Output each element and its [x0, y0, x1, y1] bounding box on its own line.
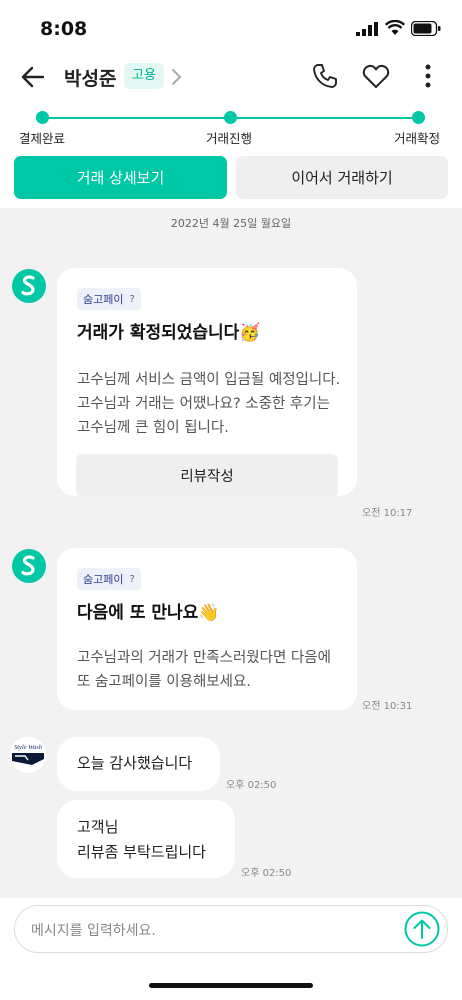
- input-placeholder: 메시지를 입력하세요.: [31, 923, 156, 939]
- hire-tag: 고용: [124, 63, 164, 89]
- progress-dot: [36, 111, 49, 124]
- step-label: 거래진행: [206, 131, 253, 146]
- help-icon[interactable]: ?: [129, 574, 134, 585]
- write-review-button[interactable]: 리뷰작성: [76, 454, 338, 497]
- soomgo-pay-badge[interactable]: 숨고페이 ?: [77, 288, 141, 310]
- chevron-right-icon[interactable]: [169, 68, 183, 86]
- badge-label: 숨고페이: [83, 293, 124, 306]
- style-wash-logo: Style Wash: [10, 737, 46, 773]
- heart-icon[interactable]: [362, 63, 390, 89]
- status-time: 8:08: [40, 18, 88, 40]
- message-time: 오후 02:50: [241, 868, 292, 879]
- message-time: 오후 02:50: [226, 780, 277, 791]
- soomgo-logo-icon: [21, 275, 35, 296]
- message-text: 오늘 감사했습니다: [77, 754, 193, 772]
- badge-label: 숨고페이: [83, 573, 124, 586]
- chat-bubble: 오늘 감사했습니다: [57, 737, 220, 791]
- status-bar: 8:08: [0, 0, 462, 56]
- chat-header: 박성준 고용: [0, 56, 462, 98]
- card-title: 다음에 또 만나요👋: [77, 603, 220, 623]
- avatar-logo-text: Style Wash: [14, 744, 42, 751]
- message-card: 숨고페이 ? 거래가 확정되었습니다🥳 고수님께 서비스 금액이 입금될 예정입…: [57, 268, 357, 497]
- battery-icon: [411, 21, 441, 36]
- signal-icon: [356, 22, 378, 36]
- message-text: 리뷰좀 부탁드립니다: [77, 843, 206, 861]
- card-body: 고수님과의 거래가 만족스러웠다면 다음에 또 숨고페이를 이용해보세요.: [77, 650, 331, 690]
- send-icon[interactable]: [404, 911, 440, 947]
- soomgo-logo-icon: [21, 555, 35, 576]
- deal-detail-button[interactable]: 거래 상세보기: [14, 156, 227, 199]
- chat-bubble: 고객님 리뷰좀 부탁드립니다: [57, 800, 235, 878]
- message-time: 오전 10:31: [362, 701, 413, 712]
- continue-deal-button[interactable]: 이어서 거래하기: [236, 156, 448, 199]
- message-time: 오전 10:17: [362, 508, 413, 519]
- progress-dot: [412, 111, 425, 124]
- home-indicator[interactable]: [149, 983, 313, 988]
- back-arrow-icon[interactable]: [20, 64, 46, 90]
- card-body: 고수님께 서비스 금액이 입금될 예정입니다.고수님과 거래는 어땠나요? 소중…: [77, 372, 341, 436]
- step-label: 결제완료: [19, 131, 66, 146]
- help-icon[interactable]: ?: [129, 294, 134, 305]
- wifi-icon: [385, 20, 405, 35]
- card-title: 거래가 확정되었습니다🥳: [77, 323, 261, 343]
- step-label: 거래확정: [394, 131, 441, 146]
- date-divider: 2022년 4월 25일 월요일: [170, 217, 292, 230]
- soomgo-pay-badge[interactable]: 숨고페이 ?: [77, 568, 141, 590]
- user-avatar[interactable]: Style Wash: [10, 737, 46, 773]
- more-vertical-icon[interactable]: [418, 61, 438, 91]
- message-text: 고객님: [77, 818, 119, 836]
- progress-dot: [224, 111, 237, 124]
- message-card: 숨고페이 ? 다음에 또 만나요👋 고수님과의 거래가 만족스러웠다면 다음에 …: [57, 548, 357, 710]
- soomgo-avatar: [12, 269, 46, 303]
- partner-name[interactable]: 박성준: [64, 64, 116, 91]
- soomgo-avatar: [12, 549, 46, 583]
- phone-icon[interactable]: [312, 63, 338, 89]
